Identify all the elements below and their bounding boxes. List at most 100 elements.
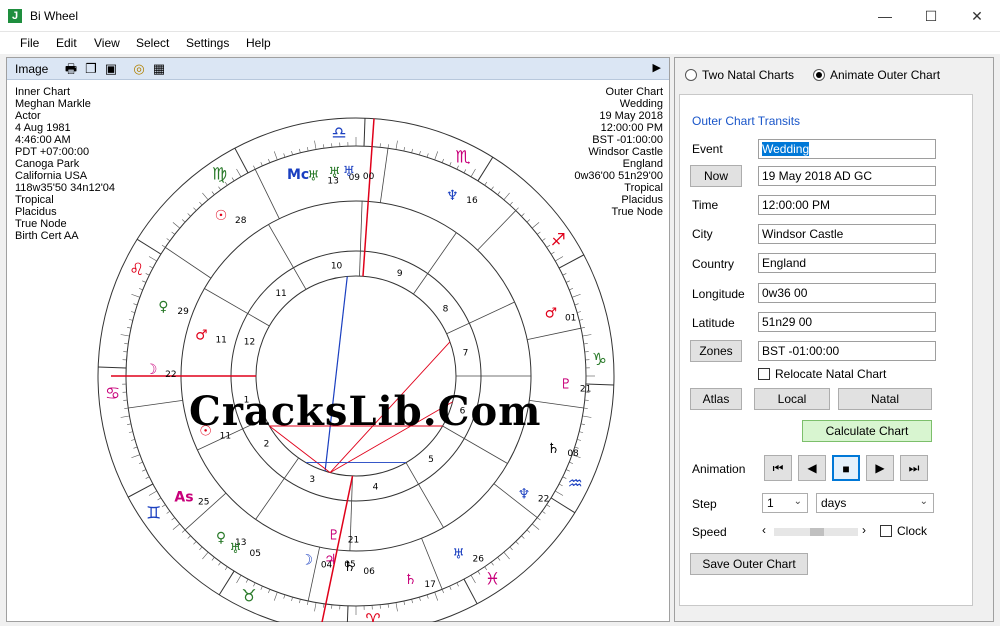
degree-tick — [419, 597, 421, 602]
bi-wheel-chart[interactable]: ♋♊♉♈♓♒♑♐♏♎♍♌123456789101112♅ 13♅ 09♅ 00Mc♆ 1… — [7, 80, 669, 622]
degree-tick — [546, 504, 551, 508]
watermark-text: CracksLib.Com — [189, 388, 542, 435]
local-button[interactable]: Local — [754, 388, 830, 410]
degree-tick — [426, 153, 429, 158]
degree-tick — [260, 585, 263, 590]
degree-tick — [133, 303, 138, 306]
degree-tick — [537, 231, 541, 235]
degree-tick — [120, 415, 130, 418]
planet-glyph: ♅ — [229, 541, 242, 557]
degree-tick — [441, 158, 444, 163]
event-field[interactable]: Wedding — [758, 139, 936, 159]
close-button[interactable]: ✕ — [954, 0, 1000, 32]
slider-left-arrow[interactable]: ‹ — [762, 523, 766, 537]
atlas-button[interactable]: Atlas — [690, 388, 742, 410]
zodiac-sign-glyph: ♊ — [146, 503, 161, 523]
menu-select[interactable]: Select — [136, 36, 169, 50]
country-field[interactable]: England — [758, 253, 936, 273]
degree-tick — [236, 168, 242, 177]
menu-help[interactable]: Help — [246, 36, 271, 50]
degree-tick — [541, 238, 546, 242]
longitude-field[interactable]: 0w36 00 — [758, 283, 936, 303]
calculate-chart-button[interactable]: Calculate Chart — [802, 420, 932, 442]
sign-divider — [218, 570, 235, 596]
chevron-down-icon: ⌄ — [919, 496, 928, 507]
two-natal-charts-radio[interactable]: Two Natal Charts — [685, 68, 794, 82]
degree-tick — [583, 343, 588, 345]
animation-label: Animation — [692, 462, 746, 476]
degree-tick — [395, 602, 398, 612]
print-icon[interactable]: 🖶 — [63, 61, 79, 77]
menu-view[interactable]: View — [94, 36, 120, 50]
planet-degree: 00 — [363, 172, 375, 182]
degree-tick — [161, 244, 166, 248]
zones-field[interactable]: BST -01:00:00 — [758, 341, 936, 361]
relocate-natal-checkbox[interactable]: Relocate Natal Chart — [758, 367, 886, 381]
step-forward-button[interactable]: ▶ — [866, 455, 894, 481]
time-field[interactable]: 12:00:00 PM — [758, 195, 936, 215]
aspect-ring — [255, 275, 457, 477]
maximize-button[interactable]: ☐ — [908, 0, 954, 32]
degree-tick — [426, 594, 429, 599]
ic-axis — [321, 475, 354, 622]
degree-tick — [515, 541, 519, 545]
copy-icon[interactable]: ❐ — [83, 61, 99, 77]
degree-tick — [579, 431, 584, 433]
target-icon[interactable]: ◎ — [131, 61, 147, 77]
degree-tick — [130, 311, 135, 313]
save-outer-chart-button[interactable]: Save Outer Chart — [690, 553, 808, 575]
degree-tick — [541, 510, 546, 514]
last-frame-button[interactable]: ⏭ — [900, 455, 928, 481]
menu-edit[interactable]: Edit — [56, 36, 77, 50]
transit-cusp — [379, 148, 389, 203]
first-frame-button[interactable]: ⏮ — [764, 455, 792, 481]
degree-tick — [521, 535, 525, 539]
menu-settings[interactable]: Settings — [186, 36, 229, 50]
slider-right-arrow[interactable]: › — [862, 523, 866, 537]
latitude-field[interactable]: 51n29 00 — [758, 312, 936, 332]
grid-icon[interactable]: ▦ — [151, 61, 167, 77]
degree-tick — [497, 191, 501, 195]
degree-tick — [582, 334, 592, 337]
step-unit-select[interactable]: days ⌄ — [816, 493, 934, 513]
settings-pane: Two Natal Charts Animate Outer Chart Out… — [674, 57, 994, 622]
step-back-button[interactable]: ◀ — [798, 455, 826, 481]
degree-tick — [127, 327, 132, 329]
degree-tick — [211, 557, 215, 561]
now-button[interactable]: Now — [690, 165, 742, 187]
planet-glyph: ♄ — [343, 559, 356, 575]
natal-button[interactable]: Natal — [838, 388, 932, 410]
save-image-icon[interactable]: ▣ — [103, 61, 119, 77]
planet-glyph: ♅ — [452, 547, 465, 563]
longitude-label: Longitude — [692, 287, 745, 301]
degree-tick — [273, 592, 278, 601]
radio-circle-icon — [685, 69, 697, 81]
degree-tick — [166, 238, 171, 242]
stop-button[interactable]: ■ — [832, 455, 860, 481]
zodiac-sign-glyph: ♒ — [568, 474, 583, 494]
menu-file[interactable]: File — [20, 36, 39, 50]
degree-tick — [580, 327, 585, 329]
expand-arrow-icon[interactable]: ▶ — [653, 61, 661, 74]
image-label[interactable]: Image — [15, 62, 48, 76]
degree-tick — [531, 523, 540, 530]
zones-button[interactable]: Zones — [690, 340, 742, 362]
degree-tick — [434, 151, 439, 160]
degree-tick — [490, 561, 494, 566]
clock-checkbox[interactable]: Clock — [880, 524, 927, 538]
minimize-button[interactable]: — — [862, 0, 908, 32]
speed-slider[interactable]: ‹ › — [762, 523, 872, 539]
date-field[interactable]: 19 May 2018 AD GC — [758, 166, 936, 186]
planet-glyph: ☽ — [145, 362, 158, 378]
animate-outer-chart-radio[interactable]: Animate Outer Chart — [813, 68, 940, 82]
degree-tick — [138, 461, 143, 464]
city-field[interactable]: Windsor Castle — [758, 224, 936, 244]
zodiac-sign-glyph: ♓ — [485, 569, 500, 589]
degree-tick — [224, 566, 228, 571]
degree-tick — [291, 597, 293, 602]
planet-degree: 06 — [363, 567, 375, 577]
slider-thumb[interactable] — [810, 528, 824, 536]
degree-tick — [403, 600, 405, 605]
step-count-select[interactable]: 1 ⌄ — [762, 493, 808, 513]
house-number: 12 — [244, 337, 255, 347]
